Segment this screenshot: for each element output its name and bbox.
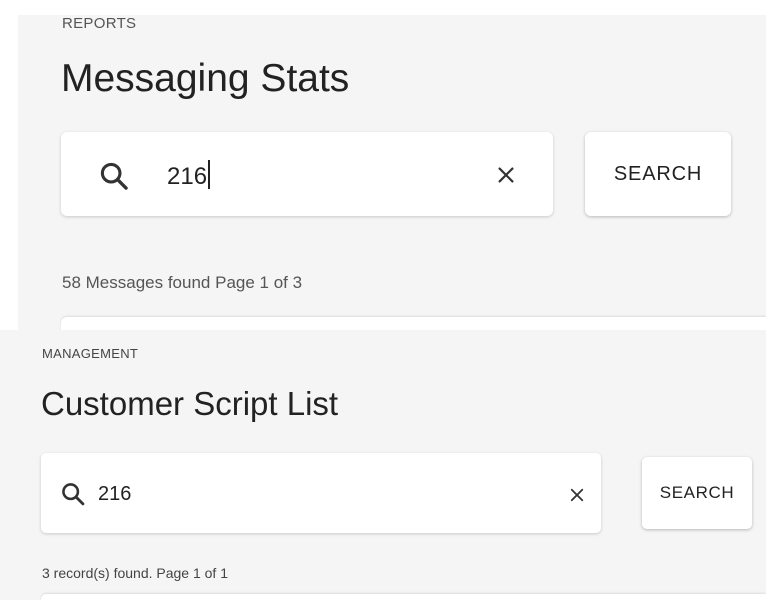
close-icon[interactable] (568, 486, 586, 504)
close-icon[interactable] (495, 164, 517, 186)
search-button[interactable]: SEARCH (642, 457, 752, 529)
search-input[interactable]: 216 (98, 481, 131, 507)
page-title: Customer Script List (41, 385, 339, 422)
page-title: Messaging Stats (61, 57, 350, 100)
section-label: MANAGEMENT (42, 346, 139, 361)
search-field[interactable]: 216 (61, 132, 553, 216)
messaging-stats-panel: REPORTS Messaging Stats 216 SEARCH 58 Me… (18, 15, 766, 330)
results-card (41, 594, 766, 600)
screenshot-stage: REPORTS Messaging Stats 216 SEARCH 58 Me… (0, 0, 766, 600)
search-icon (62, 483, 85, 506)
search-input-text: 216 (167, 163, 208, 190)
search-icon (100, 162, 128, 190)
result-status: 3 record(s) found. Page 1 of 1 (42, 565, 228, 581)
result-status: 58 Messages found Page 1 of 3 (62, 273, 303, 292)
results-card (61, 317, 766, 330)
search-input[interactable]: 216 (167, 160, 210, 192)
customer-script-list-panel: MANAGEMENT Customer Script List 216 SEAR… (0, 330, 766, 600)
search-button[interactable]: SEARCH (585, 132, 731, 216)
text-cursor (208, 160, 210, 189)
search-field[interactable]: 216 (41, 453, 601, 533)
section-label: REPORTS (62, 15, 137, 32)
